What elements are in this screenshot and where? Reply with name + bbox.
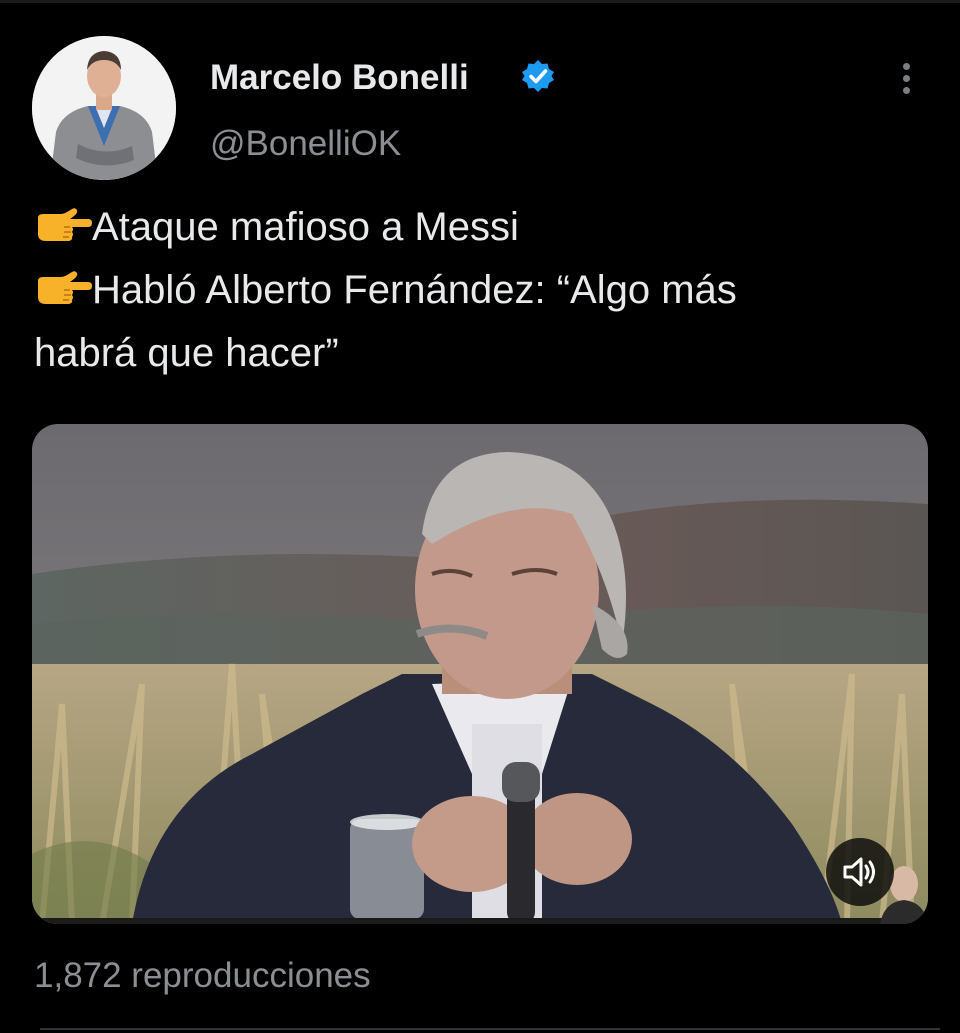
pointing-right-hand-icon (38, 271, 92, 304)
view-count: 1,872 reproducciones (34, 956, 371, 995)
tweet-line: Habló Alberto Fernández: “Algo más (34, 259, 934, 322)
top-divider (0, 0, 960, 3)
tweet-line-text: Habló Alberto Fernández: “Algo más (92, 268, 737, 312)
avatar[interactable] (32, 36, 176, 180)
tweet-line: habrá que hacer” (34, 322, 934, 385)
video-player[interactable] (32, 424, 928, 924)
tweet-line-text: Ataque mafioso a Messi (92, 205, 519, 249)
video-frame (32, 424, 928, 924)
bottom-divider (40, 1028, 940, 1030)
tweet-line: Ataque mafioso a Messi (34, 196, 934, 259)
speaker-muted-icon (843, 857, 875, 887)
verified-badge-icon (520, 58, 556, 94)
tweet-text: Ataque mafioso a Messi Habló Alberto Fer… (34, 196, 934, 385)
pointing-right-hand-icon (38, 208, 92, 241)
more-dot (902, 74, 910, 82)
more-dot (902, 86, 910, 94)
more-options-button[interactable] (888, 58, 924, 98)
more-vertical-icon (902, 62, 910, 70)
tweet-line-text: habrá que hacer” (34, 331, 339, 375)
display-name[interactable]: Marcelo Bonelli (210, 58, 469, 98)
author-handle[interactable]: @BonelliOK (210, 124, 401, 164)
mute-button[interactable] (826, 838, 894, 906)
profile-photo (32, 36, 176, 180)
